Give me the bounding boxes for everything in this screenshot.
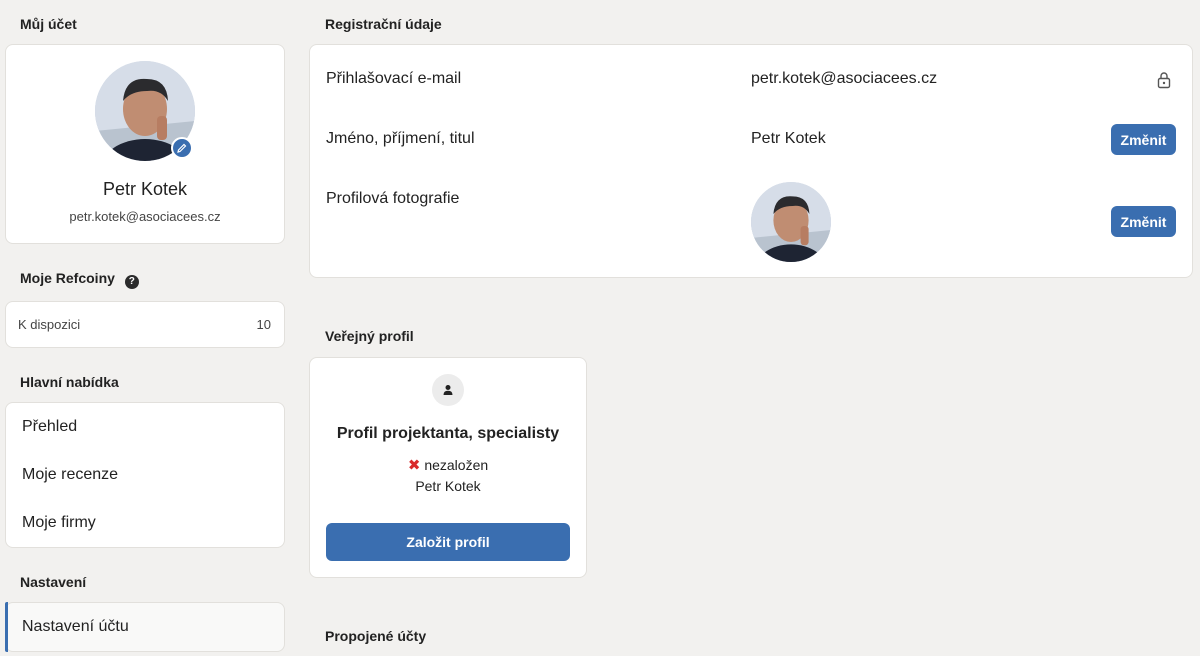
change-photo-button[interactable]: Změnit [1111, 206, 1176, 237]
settings-menu-title: Nastavení [20, 574, 87, 590]
x-mark-icon: ✖ [407, 457, 421, 474]
registration-section-title: Registrační údaje [325, 16, 442, 32]
refcoins-available-label: K dispozici [18, 317, 81, 332]
account-card: Petr Kotek petr.kotek@asociacees.cz [5, 44, 285, 244]
menu-item-moje-firmy[interactable]: Moje firmy [22, 514, 96, 532]
profile-photo-label: Profilová fotografie [326, 190, 460, 207]
refcoins-available-value: 10 [256, 317, 271, 332]
public-profile-card: Profil projektanta, specialisty ✖ nezalo… [309, 357, 587, 578]
status-text: nezaložen [424, 457, 489, 473]
public-profile-card-title: Profil projektanta, specialisty [336, 425, 560, 442]
public-profile-owner: Petr Kotek [415, 478, 481, 494]
edit-avatar-button[interactable] [171, 137, 193, 159]
menu-item-moje-recenze[interactable]: Moje recenze [22, 466, 118, 484]
user-icon [432, 374, 464, 406]
public-profile-status: ✖ nezaložen [310, 456, 586, 474]
refcoins-section-title: Moje Refcoiny ? [20, 270, 139, 289]
refcoins-card: K dispozici 10 [5, 301, 285, 348]
profile-photo-thumbnail [751, 182, 831, 262]
account-section-title: Můj účet [20, 16, 77, 32]
public-profile-section-title: Veřejný profil [325, 328, 414, 344]
login-email-value: petr.kotek@asociacees.cz [751, 70, 938, 87]
pencil-icon [177, 143, 187, 153]
profile-avatar[interactable] [95, 61, 195, 161]
main-menu-card: Přehled Moje recenze Moje firmy [5, 402, 285, 548]
login-email-label: Přihlašovací e-mail [326, 70, 462, 87]
main-menu-title: Hlavní nabídka [20, 374, 119, 390]
registration-card: Přihlašovací e-mail petr.kotek@asociacee… [309, 44, 1193, 278]
lock-icon [1156, 71, 1172, 94]
refcoins-title: Moje Refcoiny [20, 270, 115, 286]
menu-item-prehled[interactable]: Přehled [22, 418, 77, 436]
full-name-value: Petr Kotek [751, 130, 826, 147]
settings-menu-card: Nastavení účtu [5, 602, 285, 652]
question-circle-icon[interactable]: ? [124, 275, 139, 289]
change-name-button[interactable]: Změnit [1111, 124, 1176, 155]
linked-accounts-section-title: Propojené účty [325, 628, 427, 644]
account-name: Petr Kotek [102, 179, 188, 199]
active-indicator [5, 602, 8, 652]
create-profile-button[interactable]: Založit profil [326, 523, 570, 561]
full-name-label: Jméno, příjmení, titul [326, 130, 475, 147]
menu-item-nastaveni-uctu[interactable]: Nastavení účtu [22, 618, 129, 636]
account-email: petr.kotek@asociacees.cz [69, 209, 221, 224]
